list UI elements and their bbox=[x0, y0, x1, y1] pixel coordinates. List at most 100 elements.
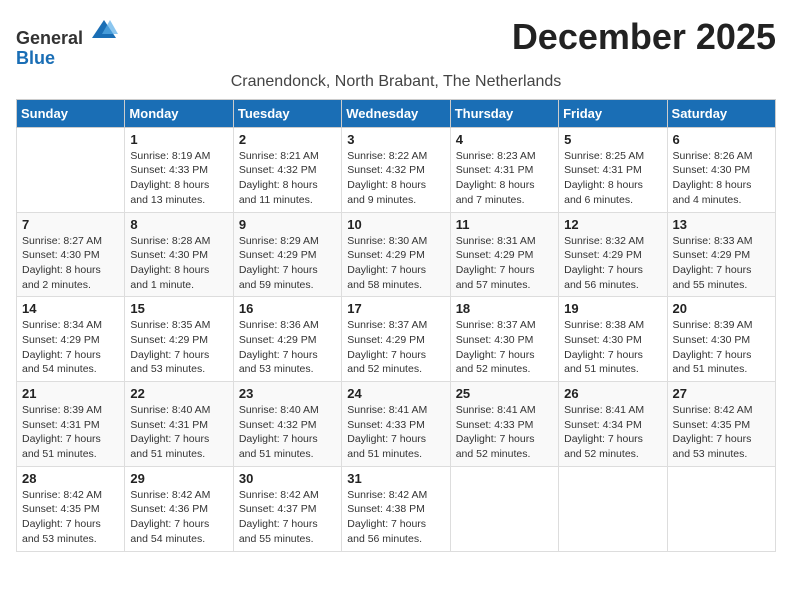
day-info: Sunrise: 8:41 AM Sunset: 4:33 PM Dayligh… bbox=[456, 403, 553, 462]
calendar-cell bbox=[450, 466, 558, 551]
day-number: 24 bbox=[347, 386, 444, 401]
calendar-cell: 7 Sunrise: 8:27 AM Sunset: 4:30 PM Daylig… bbox=[17, 212, 125, 297]
logo: General Blue bbox=[16, 16, 118, 69]
calendar-week-4: 21Sunrise: 8:39 AM Sunset: 4:31 PM Dayli… bbox=[17, 382, 776, 467]
calendar-cell: 17 Sunrise: 8:37 AM Sunset: 4:29 PM Dayli… bbox=[342, 297, 450, 382]
calendar-cell: 24Sunrise: 8:41 AM Sunset: 4:33 PM Dayli… bbox=[342, 382, 450, 467]
header-tuesday: Tuesday bbox=[233, 99, 341, 127]
logo-text: General bbox=[16, 16, 118, 49]
calendar-cell: 15 Sunrise: 8:35 AM Sunset: 4:29 PM Dayli… bbox=[125, 297, 233, 382]
day-info: Sunrise: 8:32 AM Sunset: 4:29 PM Dayligh… bbox=[564, 234, 661, 293]
day-number: 5 bbox=[564, 132, 661, 147]
day-info: Sunrise: 8:27 AM Sunset: 4:30 PM Dayligh… bbox=[22, 234, 119, 293]
logo-general: General bbox=[16, 28, 83, 48]
day-number: 1 bbox=[130, 132, 227, 147]
day-info: Sunrise: 8:21 AM Sunset: 4:32 PM Dayligh… bbox=[239, 149, 336, 208]
calendar-cell: 18Sunrise: 8:37 AM Sunset: 4:30 PM Dayli… bbox=[450, 297, 558, 382]
day-info: Sunrise: 8:39 AM Sunset: 4:31 PM Dayligh… bbox=[22, 403, 119, 462]
calendar-week-1: 1 Sunrise: 8:19 AM Sunset: 4:33 PM Daylig… bbox=[17, 127, 776, 212]
day-number: 10 bbox=[347, 217, 444, 232]
calendar-cell: 30 Sunrise: 8:42 AM Sunset: 4:37 PM Dayli… bbox=[233, 466, 341, 551]
header-sunday: Sunday bbox=[17, 99, 125, 127]
calendar-cell: 29 Sunrise: 8:42 AM Sunset: 4:36 PM Dayli… bbox=[125, 466, 233, 551]
day-info: Sunrise: 8:28 AM Sunset: 4:30 PM Dayligh… bbox=[130, 234, 227, 293]
day-info: Sunrise: 8:40 AM Sunset: 4:31 PM Dayligh… bbox=[130, 403, 227, 462]
day-number: 11 bbox=[456, 217, 553, 232]
calendar-week-5: 28Sunrise: 8:42 AM Sunset: 4:35 PM Dayli… bbox=[17, 466, 776, 551]
day-info: Sunrise: 8:41 AM Sunset: 4:34 PM Dayligh… bbox=[564, 403, 661, 462]
calendar-cell: 9Sunrise: 8:29 AM Sunset: 4:29 PM Daylig… bbox=[233, 212, 341, 297]
day-number: 22 bbox=[130, 386, 227, 401]
day-number: 30 bbox=[239, 471, 336, 486]
day-info: Sunrise: 8:30 AM Sunset: 4:29 PM Dayligh… bbox=[347, 234, 444, 293]
calendar-cell: 23 Sunrise: 8:40 AM Sunset: 4:32 PM Dayli… bbox=[233, 382, 341, 467]
day-info: Sunrise: 8:19 AM Sunset: 4:33 PM Dayligh… bbox=[130, 149, 227, 208]
calendar-cell: 28Sunrise: 8:42 AM Sunset: 4:35 PM Dayli… bbox=[17, 466, 125, 551]
header-thursday: Thursday bbox=[450, 99, 558, 127]
calendar-cell: 19 Sunrise: 8:38 AM Sunset: 4:30 PM Dayli… bbox=[559, 297, 667, 382]
logo-blue: Blue bbox=[16, 49, 118, 69]
header-monday: Monday bbox=[125, 99, 233, 127]
day-number: 29 bbox=[130, 471, 227, 486]
day-number: 12 bbox=[564, 217, 661, 232]
calendar-cell: 13Sunrise: 8:33 AM Sunset: 4:29 PM Dayli… bbox=[667, 212, 775, 297]
day-info: Sunrise: 8:42 AM Sunset: 4:35 PM Dayligh… bbox=[673, 403, 770, 462]
calendar-cell bbox=[559, 466, 667, 551]
calendar-cell: 3Sunrise: 8:22 AM Sunset: 4:32 PM Daylig… bbox=[342, 127, 450, 212]
calendar-cell: 12 Sunrise: 8:32 AM Sunset: 4:29 PM Dayli… bbox=[559, 212, 667, 297]
calendar-cell: 22 Sunrise: 8:40 AM Sunset: 4:31 PM Dayli… bbox=[125, 382, 233, 467]
calendar-header-row: Sunday Monday Tuesday Wednesday Thursday… bbox=[17, 99, 776, 127]
header-saturday: Saturday bbox=[667, 99, 775, 127]
day-number: 8 bbox=[130, 217, 227, 232]
day-number: 16 bbox=[239, 301, 336, 316]
page-container: General Blue December 2025 Cranendonck, … bbox=[16, 16, 776, 552]
day-number: 23 bbox=[239, 386, 336, 401]
calendar-table: Sunday Monday Tuesday Wednesday Thursday… bbox=[16, 99, 776, 552]
calendar-cell: 20Sunrise: 8:39 AM Sunset: 4:30 PM Dayli… bbox=[667, 297, 775, 382]
day-number: 27 bbox=[673, 386, 770, 401]
day-number: 18 bbox=[456, 301, 553, 316]
calendar-cell bbox=[17, 127, 125, 212]
day-info: Sunrise: 8:42 AM Sunset: 4:37 PM Dayligh… bbox=[239, 488, 336, 547]
day-info: Sunrise: 8:39 AM Sunset: 4:30 PM Dayligh… bbox=[673, 318, 770, 377]
day-info: Sunrise: 8:25 AM Sunset: 4:31 PM Dayligh… bbox=[564, 149, 661, 208]
calendar-cell: 16Sunrise: 8:36 AM Sunset: 4:29 PM Dayli… bbox=[233, 297, 341, 382]
location-title: Cranendonck, North Brabant, The Netherla… bbox=[16, 73, 776, 91]
day-number: 17 bbox=[347, 301, 444, 316]
calendar-cell: 5 Sunrise: 8:25 AM Sunset: 4:31 PM Daylig… bbox=[559, 127, 667, 212]
day-number: 7 bbox=[22, 217, 119, 232]
day-info: Sunrise: 8:34 AM Sunset: 4:29 PM Dayligh… bbox=[22, 318, 119, 377]
calendar-cell: 14 Sunrise: 8:34 AM Sunset: 4:29 PM Dayli… bbox=[17, 297, 125, 382]
day-info: Sunrise: 8:26 AM Sunset: 4:30 PM Dayligh… bbox=[673, 149, 770, 208]
calendar-cell: 31Sunrise: 8:42 AM Sunset: 4:38 PM Dayli… bbox=[342, 466, 450, 551]
day-info: Sunrise: 8:22 AM Sunset: 4:32 PM Dayligh… bbox=[347, 149, 444, 208]
header: General Blue December 2025 bbox=[16, 16, 776, 69]
day-number: 15 bbox=[130, 301, 227, 316]
calendar-week-3: 14 Sunrise: 8:34 AM Sunset: 4:29 PM Dayli… bbox=[17, 297, 776, 382]
day-info: Sunrise: 8:37 AM Sunset: 4:29 PM Dayligh… bbox=[347, 318, 444, 377]
calendar-cell: 4 Sunrise: 8:23 AM Sunset: 4:31 PM Daylig… bbox=[450, 127, 558, 212]
day-number: 4 bbox=[456, 132, 553, 147]
header-friday: Friday bbox=[559, 99, 667, 127]
calendar-cell bbox=[667, 466, 775, 551]
day-info: Sunrise: 8:38 AM Sunset: 4:30 PM Dayligh… bbox=[564, 318, 661, 377]
calendar-week-2: 7 Sunrise: 8:27 AM Sunset: 4:30 PM Daylig… bbox=[17, 212, 776, 297]
day-info: Sunrise: 8:42 AM Sunset: 4:38 PM Dayligh… bbox=[347, 488, 444, 547]
day-info: Sunrise: 8:23 AM Sunset: 4:31 PM Dayligh… bbox=[456, 149, 553, 208]
day-info: Sunrise: 8:35 AM Sunset: 4:29 PM Dayligh… bbox=[130, 318, 227, 377]
day-info: Sunrise: 8:42 AM Sunset: 4:36 PM Dayligh… bbox=[130, 488, 227, 547]
day-info: Sunrise: 8:29 AM Sunset: 4:29 PM Dayligh… bbox=[239, 234, 336, 293]
day-info: Sunrise: 8:40 AM Sunset: 4:32 PM Dayligh… bbox=[239, 403, 336, 462]
header-wednesday: Wednesday bbox=[342, 99, 450, 127]
day-number: 25 bbox=[456, 386, 553, 401]
day-info: Sunrise: 8:31 AM Sunset: 4:29 PM Dayligh… bbox=[456, 234, 553, 293]
calendar-cell: 2Sunrise: 8:21 AM Sunset: 4:32 PM Daylig… bbox=[233, 127, 341, 212]
day-number: 19 bbox=[564, 301, 661, 316]
month-title: December 2025 bbox=[512, 16, 776, 58]
calendar-cell: 27 Sunrise: 8:42 AM Sunset: 4:35 PM Dayli… bbox=[667, 382, 775, 467]
day-number: 26 bbox=[564, 386, 661, 401]
day-number: 13 bbox=[673, 217, 770, 232]
day-number: 28 bbox=[22, 471, 119, 486]
calendar-cell: 6Sunrise: 8:26 AM Sunset: 4:30 PM Daylig… bbox=[667, 127, 775, 212]
day-number: 14 bbox=[22, 301, 119, 316]
